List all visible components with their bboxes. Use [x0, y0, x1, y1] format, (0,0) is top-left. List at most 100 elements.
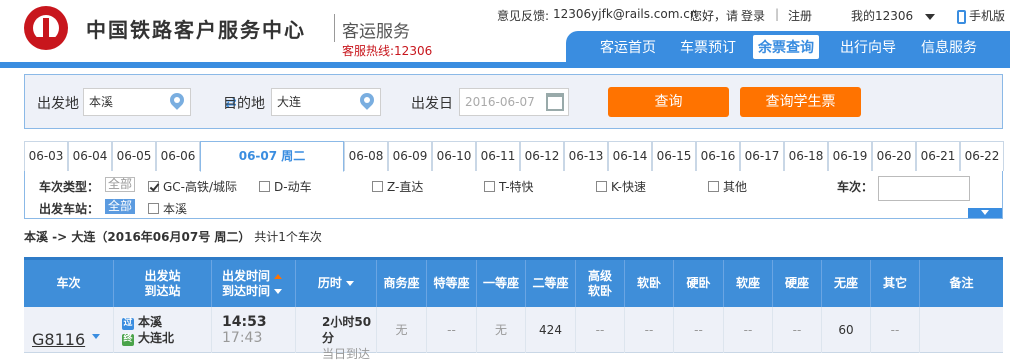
date-tab[interactable]: 06-18 — [784, 141, 828, 171]
col-train: 车次 — [24, 260, 114, 307]
brand-name: 中国铁路客户服务中心 — [86, 18, 306, 42]
col-business: 商务座 — [377, 260, 427, 307]
col-soft-seat: 软座 — [724, 260, 773, 307]
greeting: 您好，请 — [690, 9, 739, 23]
to-label: 目的地 — [223, 96, 265, 112]
date-label: 出发日 — [411, 96, 453, 112]
brand-subtitle: 客运服务 — [342, 22, 410, 42]
type-t-checkbox[interactable]: T-特快 — [484, 178, 534, 195]
type-gc-label: GC-高铁/城际 — [163, 180, 238, 194]
type-t-label: T-特快 — [499, 180, 534, 194]
from-station[interactable]: 本溪 — [138, 315, 162, 329]
nav-info-service[interactable]: 信息服务 — [921, 37, 977, 57]
to-station-value: 大连 — [277, 95, 302, 109]
col-second: 二等座 — [526, 260, 576, 307]
type-d-label: D-动车 — [274, 180, 312, 194]
date-tab[interactable]: 06-17 — [740, 141, 784, 171]
cell-second[interactable]: 424 — [526, 307, 576, 353]
chevron-down-icon — [925, 13, 936, 20]
location-pin-icon — [357, 90, 377, 110]
cell-remark — [920, 307, 1003, 353]
expand-stops-icon[interactable] — [92, 334, 100, 339]
date-tab[interactable]: 06-04 — [68, 141, 112, 171]
date-tab[interactable]: 06-07 周二 — [200, 141, 344, 172]
depart-time: 14:53 — [222, 314, 267, 330]
cell-soft-sleeper: -- — [625, 307, 674, 353]
checkbox-icon — [484, 181, 495, 192]
cell-adv-soft: -- — [576, 307, 625, 353]
main-nav: 客运首页 车票预订 余票查询 出行向导 信息服务 — [566, 31, 1010, 62]
feedback-label: 意见反馈: — [497, 9, 550, 23]
link-separator: | — [775, 7, 780, 21]
date-tab[interactable]: 06-13 — [564, 141, 608, 171]
duration: 2小时50分 — [322, 315, 372, 345]
arrive-time: 17:43 — [222, 330, 263, 346]
type-k-checkbox[interactable]: K-快速 — [596, 178, 646, 195]
col-stations: 出发站 到达站 — [114, 260, 212, 307]
login-link[interactable]: 登录 — [741, 7, 765, 24]
type-gc-checkbox[interactable]: GC-高铁/城际 — [148, 178, 237, 195]
nav-travel-guide[interactable]: 出行向导 — [840, 37, 896, 57]
collapse-toggle[interactable] — [968, 208, 1002, 218]
nav-ticket-query[interactable]: 余票查询 — [753, 35, 819, 59]
query-button[interactable]: 查询 — [608, 87, 729, 117]
type-d-checkbox[interactable]: D-动车 — [259, 178, 312, 195]
date-tab[interactable]: 06-19 — [828, 141, 872, 171]
train-number-input[interactable] — [878, 176, 970, 201]
col-depart-time: 出发时间 — [222, 268, 271, 283]
date-tab[interactable]: 06-21 — [916, 141, 960, 171]
col-arrive-time: 到达时间 — [222, 283, 271, 298]
train-number-label: 车次： — [837, 180, 874, 194]
date-input[interactable]: 2016-06-07 — [459, 88, 569, 116]
cell-train: G8116 — [24, 307, 114, 353]
station-benxi-checkbox[interactable]: 本溪 — [148, 200, 187, 217]
to-station[interactable]: 大连北 — [138, 331, 174, 345]
date-tab[interactable]: 06-09 — [388, 141, 432, 171]
col-hard-sleeper: 硬卧 — [674, 260, 724, 307]
col-to-station: 到达站 — [144, 283, 181, 298]
nav-booking[interactable]: 车票预订 — [680, 37, 736, 57]
mobile-link[interactable]: 手机版 — [957, 7, 1005, 24]
date-tab[interactable]: 06-06 — [156, 141, 200, 171]
date-tab[interactable]: 06-22 — [960, 141, 1004, 171]
cell-soft-seat: -- — [724, 307, 773, 353]
type-other-label: 其他 — [723, 180, 748, 194]
my12306-menu[interactable]: 我的12306 — [851, 7, 936, 24]
station-benxi-label: 本溪 — [163, 202, 188, 216]
type-other-checkbox[interactable]: 其他 — [708, 178, 747, 195]
cell-other: -- — [871, 307, 920, 353]
site-header: 中国铁路客户服务中心 客运服务 客服热线:12306 意见反馈: 12306yj… — [0, 0, 1010, 62]
date-tab[interactable]: 06-14 — [608, 141, 652, 171]
result-summary: 本溪 -> 大连（2016年06月07号 周二） 共计1个车次 — [24, 228, 322, 245]
feedback-email-link[interactable]: 12306yjfk@rails.com.cn — [553, 7, 697, 21]
station-all-button[interactable]: 全部 — [105, 199, 136, 214]
railway-logo[interactable] — [24, 6, 68, 50]
type-all-button[interactable]: 全部 — [105, 177, 136, 192]
from-station-input[interactable]: 本溪 — [83, 88, 191, 116]
nav-home[interactable]: 客运首页 — [600, 37, 656, 57]
col-from-station: 出发站 — [144, 268, 181, 283]
date-tab[interactable]: 06-05 — [112, 141, 156, 171]
date-tab[interactable]: 06-15 — [652, 141, 696, 171]
calendar-icon[interactable] — [546, 93, 564, 111]
register-link[interactable]: 注册 — [788, 7, 812, 24]
checkbox-icon — [148, 203, 159, 214]
date-tab[interactable]: 06-20 — [872, 141, 916, 171]
date-tab[interactable]: 06-10 — [432, 141, 476, 171]
col-remark: 备注 — [949, 276, 974, 290]
train-number-link[interactable]: G8116 — [32, 317, 85, 363]
checkbox-icon — [259, 181, 270, 192]
train-type-label: 车次类型： — [39, 180, 100, 194]
col-premium: 特等座 — [427, 260, 477, 307]
date-tab[interactable]: 06-08 — [344, 141, 388, 171]
col-duration[interactable]: 历时 — [296, 260, 377, 307]
date-tab[interactable]: 06-12 — [520, 141, 564, 171]
type-z-checkbox[interactable]: Z-直达 — [372, 178, 423, 195]
cell-no-seat[interactable]: 60 — [822, 307, 871, 353]
student-query-button[interactable]: 查询学生票 — [740, 87, 861, 117]
date-tab[interactable]: 06-16 — [696, 141, 740, 171]
date-tab[interactable]: 06-11 — [476, 141, 520, 171]
col-times[interactable]: 出发时间 到达时间 — [212, 260, 296, 307]
date-tab[interactable]: 06-03 — [24, 141, 68, 171]
to-station-input[interactable]: 大连 — [271, 88, 381, 116]
